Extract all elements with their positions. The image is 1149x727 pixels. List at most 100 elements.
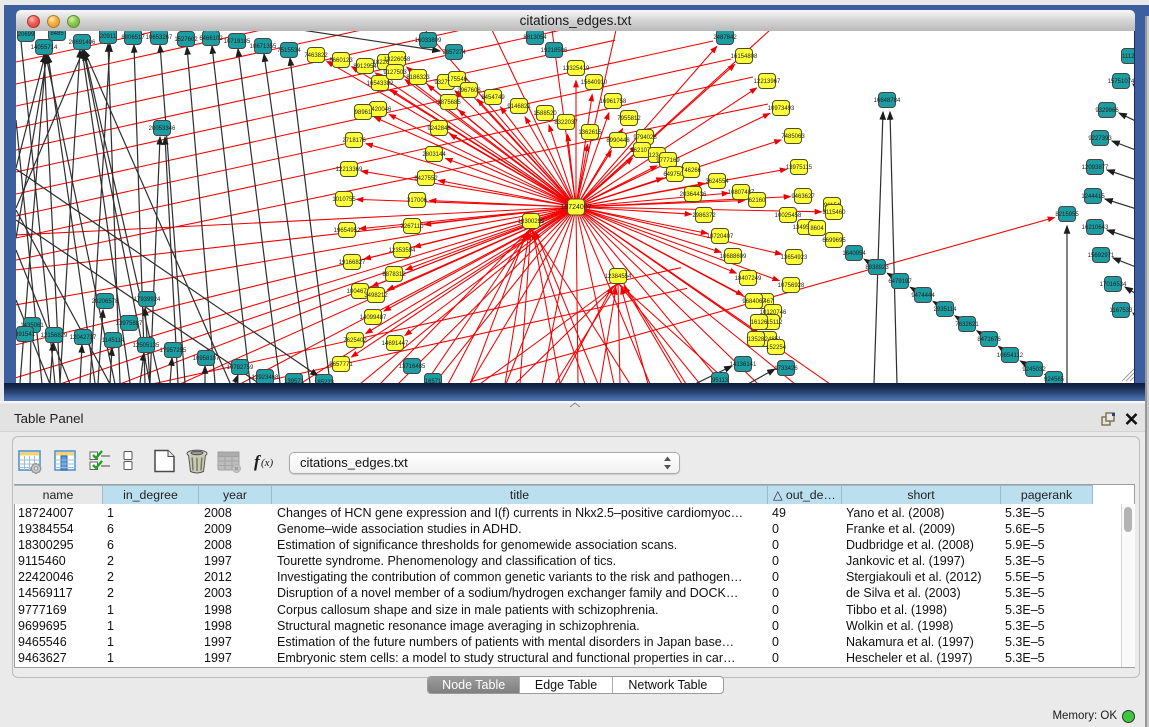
svg-text:16648784: 16648784 (874, 98, 901, 104)
svg-text:13325419: 13325419 (563, 66, 590, 72)
svg-text:16210643: 16210643 (1082, 225, 1109, 231)
svg-text:1362615: 1362615 (578, 130, 602, 136)
svg-text:9657771: 9657771 (329, 362, 353, 368)
svg-text:10688609: 10688609 (720, 254, 747, 260)
svg-text:9794028: 9794028 (633, 135, 657, 141)
svg-text:6699695: 6699695 (822, 238, 846, 244)
svg-text:9777169: 9777169 (656, 158, 680, 164)
svg-text:12042737: 12042737 (70, 335, 97, 341)
svg-text:12156829: 12156829 (41, 333, 68, 339)
svg-text:20053346: 20053346 (149, 126, 176, 132)
svg-text:12353594: 12353594 (389, 248, 416, 254)
svg-text:95113: 95113 (712, 378, 729, 383)
svg-text:8806517: 8806517 (121, 35, 145, 41)
svg-text:7625402: 7625402 (343, 338, 367, 344)
svg-text:1145114: 1145114 (102, 338, 125, 344)
svg-text:12213967: 12213967 (754, 79, 781, 85)
svg-text:13226058: 13226058 (384, 57, 411, 63)
svg-text:15751074: 15751074 (1108, 79, 1135, 85)
svg-text:2986372: 2986372 (692, 213, 716, 219)
svg-text:16033809: 16033809 (415, 38, 442, 44)
svg-text:8322037: 8322037 (554, 120, 578, 126)
svg-text:12213369: 12213369 (336, 167, 363, 173)
svg-text:7955812: 7955812 (617, 116, 641, 122)
svg-text:12923468: 12923468 (252, 375, 279, 381)
svg-text:746266: 746266 (681, 168, 702, 174)
svg-text:8471676: 8471676 (977, 337, 1001, 343)
svg-text:8938923: 8938923 (865, 265, 889, 271)
svg-text:3498212: 3498212 (364, 293, 388, 299)
svg-text:9474444: 9474444 (911, 293, 935, 299)
svg-text:10958107: 10958107 (193, 356, 220, 362)
svg-text:16126: 16126 (751, 320, 768, 326)
svg-text:14099487: 14099487 (360, 315, 387, 321)
svg-text:14055714: 14055714 (31, 45, 58, 51)
svg-text:9242848: 9242848 (427, 126, 451, 132)
svg-text:8427552: 8427552 (414, 176, 438, 182)
svg-text:19218506: 19218506 (541, 48, 568, 54)
svg-text:10671355: 10671355 (250, 44, 277, 50)
svg-text:17016534: 17016534 (1100, 282, 1127, 288)
svg-text:16571: 16571 (425, 379, 442, 383)
svg-text:185223: 185223 (314, 380, 335, 383)
svg-text:10720407: 10720407 (707, 234, 734, 240)
svg-text:1010755: 1010755 (332, 197, 356, 203)
svg-text:62160: 62160 (749, 198, 766, 204)
svg-text:317006: 317006 (407, 198, 428, 204)
svg-text:3624554: 3624554 (705, 179, 729, 185)
svg-text:16961758: 16961758 (600, 99, 627, 105)
svg-text:10756928: 10756928 (778, 283, 805, 289)
svg-text:1244415: 1244415 (1081, 194, 1105, 200)
svg-text:8454749: 8454749 (481, 95, 505, 101)
svg-text:391541: 391541 (16, 332, 36, 338)
svg-text:1640954: 1640954 (842, 251, 866, 257)
svg-text:10719185: 10719185 (224, 39, 251, 45)
svg-text:17939924: 17939924 (134, 297, 161, 303)
svg-text:139571: 139571 (284, 379, 305, 383)
svg-text:15640910: 15640910 (581, 80, 608, 86)
svg-text:9127503: 9127503 (383, 70, 407, 76)
svg-text:(x): (x) (261, 457, 274, 469)
svg-text:10782759: 10782759 (227, 365, 254, 371)
svg-text:7857274: 7857274 (442, 50, 466, 56)
svg-text:18407249: 18407249 (735, 276, 762, 282)
svg-text:13975887: 13975887 (116, 321, 143, 327)
svg-text:2967608: 2967608 (457, 88, 481, 94)
svg-text:15692971: 15692971 (1088, 253, 1115, 259)
svg-text:12384554: 12384554 (605, 274, 632, 280)
svg-text:2487842: 2487842 (713, 35, 737, 41)
svg-text:20364436: 20364436 (680, 192, 707, 198)
svg-text:8215955: 8215955 (1055, 212, 1079, 218)
svg-text:8485: 8485 (50, 31, 64, 37)
svg-text:2718176: 2718176 (342, 138, 366, 144)
svg-text:19654952: 19654952 (334, 228, 361, 234)
svg-text:20911: 20911 (100, 34, 117, 40)
svg-text:3875685: 3875685 (437, 100, 461, 106)
svg-text:8660123: 8660123 (329, 58, 353, 64)
svg-text:13975115: 13975115 (786, 165, 813, 171)
svg-text:12505135: 12505135 (133, 343, 160, 349)
svg-text:9227393: 9227393 (1088, 136, 1112, 142)
svg-text:7632621: 7632621 (955, 322, 979, 328)
svg-text:18300295: 18300295 (518, 219, 545, 225)
svg-text:1733426: 1733426 (774, 366, 798, 372)
svg-text:13716485: 13716485 (399, 364, 426, 370)
svg-text:20691406: 20691406 (69, 40, 96, 46)
svg-text:9463627: 9463627 (791, 194, 815, 200)
svg-text:16154808: 16154808 (731, 54, 758, 60)
svg-text:924565: 924565 (1044, 377, 1065, 383)
svg-text:2935114: 2935114 (934, 307, 958, 313)
svg-text:19166827: 19166827 (339, 260, 366, 266)
svg-text:2803144: 2803144 (422, 152, 446, 158)
svg-text:18724007: 18724007 (560, 204, 591, 211)
svg-text:9146821: 9146821 (507, 104, 531, 110)
svg-text:8813054: 8813054 (523, 35, 547, 41)
svg-text:16543382: 16543382 (367, 81, 394, 87)
svg-text:6466102: 6466102 (199, 36, 223, 42)
svg-text:9684067: 9684067 (742, 299, 766, 305)
svg-text:8604: 8604 (810, 226, 824, 232)
svg-text:10654112: 10654112 (997, 353, 1024, 359)
svg-text:152254: 152254 (766, 345, 787, 351)
svg-text:98961: 98961 (355, 110, 372, 116)
svg-text:7463822: 7463822 (304, 53, 328, 59)
